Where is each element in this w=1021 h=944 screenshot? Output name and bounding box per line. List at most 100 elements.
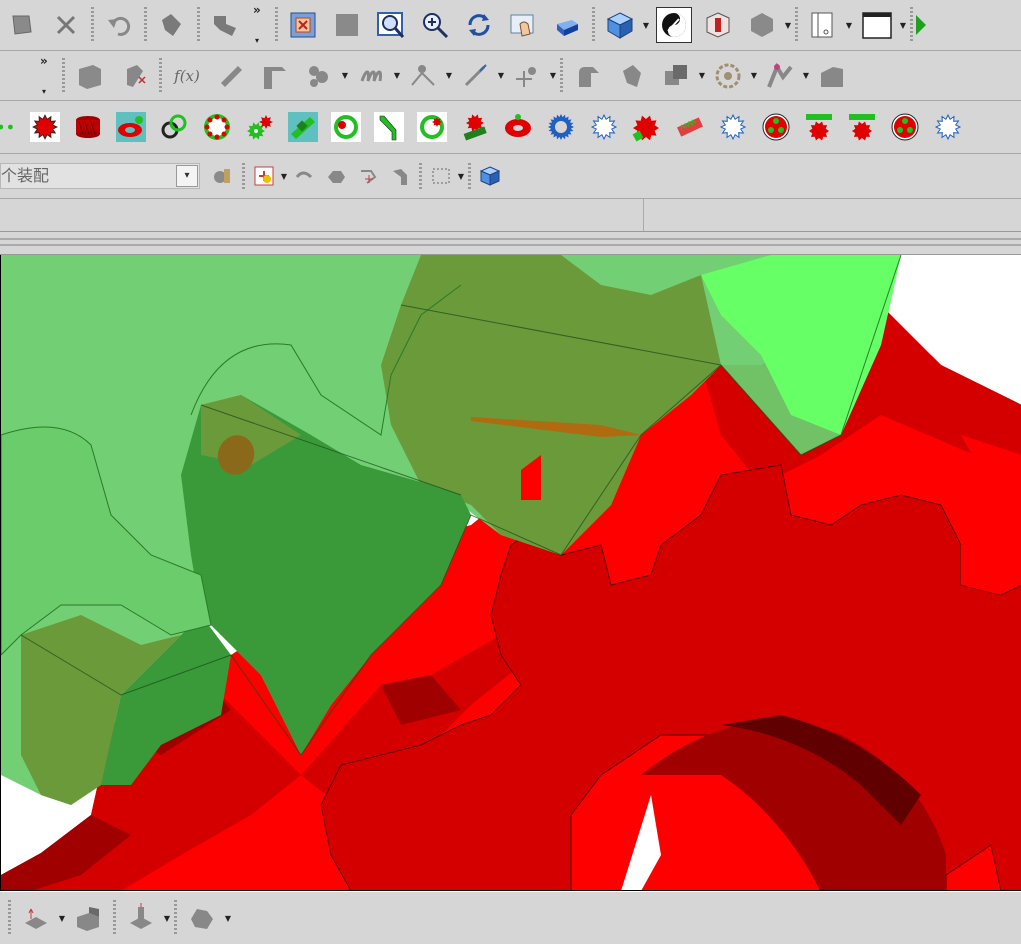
internal-gear-icon[interactable] (414, 109, 450, 145)
gear-teeth-icon[interactable] (27, 109, 63, 145)
zoom-icon[interactable] (417, 7, 453, 43)
section-view-icon[interactable] (805, 7, 841, 43)
add-component-icon[interactable] (251, 163, 277, 189)
new-window-dropdown[interactable]: ▼ (899, 7, 907, 43)
wireframe-dropdown[interactable]: ▼ (784, 7, 792, 43)
pattern-dropdown[interactable]: ▼ (341, 58, 349, 94)
fillet-dropdown[interactable]: ▼ (802, 58, 810, 94)
toolbar-row-4: 个装配 ▾ ▼ ▼ (0, 154, 1021, 198)
measure-icon[interactable] (457, 58, 493, 94)
align-icon[interactable] (355, 163, 381, 189)
render-style-icon[interactable] (656, 7, 692, 43)
toolbar-1-more[interactable]: » ▾ (253, 3, 267, 47)
blend-icon[interactable] (614, 58, 650, 94)
perspective-icon[interactable] (549, 7, 585, 43)
add-component-dropdown[interactable]: ▼ (280, 163, 288, 189)
worm-gear-icon[interactable] (457, 109, 493, 145)
part-icon[interactable] (4, 7, 40, 43)
shaft-icon[interactable] (285, 109, 321, 145)
coordinate-system-icon[interactable] (116, 58, 152, 94)
zoom-window-icon[interactable] (373, 7, 409, 43)
revolve-icon[interactable] (123, 900, 159, 936)
unite-icon[interactable] (658, 58, 694, 94)
assembly-constraint-icon[interactable] (210, 163, 236, 189)
hole-icon[interactable] (710, 58, 746, 94)
planetary-gear-2-icon[interactable] (887, 109, 923, 145)
spur-gear-icon[interactable] (629, 109, 665, 145)
toolbar-separator (113, 900, 116, 936)
pattern-icon[interactable] (301, 58, 337, 94)
extrude-icon[interactable] (70, 900, 106, 936)
measure-dropdown[interactable]: ▼ (497, 58, 505, 94)
move-face-icon[interactable] (154, 7, 190, 43)
bevel-gear-icon[interactable] (113, 109, 149, 145)
combo-dropdown-icon[interactable]: ▾ (176, 165, 198, 187)
status-bar-divider (643, 199, 644, 231)
graphics-viewport[interactable] (0, 255, 1021, 891)
hole-dropdown[interactable]: ▼ (750, 58, 758, 94)
toolbar-separator (197, 7, 200, 43)
play-icon[interactable] (916, 15, 926, 35)
gear-rack-pair-icon[interactable] (801, 109, 837, 145)
expression-icon[interactable]: f(x) (169, 58, 205, 94)
view-cube-icon[interactable] (477, 163, 503, 189)
isometric-dropdown[interactable]: ▼ (642, 7, 650, 43)
offset-face-icon[interactable] (207, 7, 243, 43)
assembly-combo[interactable]: 个装配 ▾ (0, 163, 200, 189)
rotate-icon[interactable] (461, 7, 497, 43)
datum-plane-icon[interactable] (18, 900, 54, 936)
planetary-gear-icon[interactable] (758, 109, 794, 145)
mate-icon[interactable] (323, 163, 349, 189)
annulus-gear-icon[interactable] (543, 109, 579, 145)
solid-box-icon[interactable] (72, 58, 108, 94)
fit-view-icon[interactable] (285, 7, 321, 43)
curve-point-dropdown[interactable]: ▼ (445, 58, 453, 94)
helical-gear-icon[interactable] (70, 109, 106, 145)
dot-pattern-icon[interactable] (0, 109, 20, 145)
datum-point-dropdown[interactable]: ▼ (549, 58, 557, 94)
curve-point-icon[interactable] (405, 58, 441, 94)
isometric-view-icon[interactable] (602, 7, 638, 43)
box-select-icon[interactable] (428, 163, 454, 189)
rack-icon[interactable] (672, 109, 708, 145)
undo-icon[interactable] (101, 7, 137, 43)
spring-icon[interactable] (353, 58, 389, 94)
gear-assembly-render[interactable] (1, 255, 1021, 891)
gear-wire-icon[interactable] (715, 109, 751, 145)
revolve-dropdown[interactable]: ▼ (163, 900, 171, 936)
delete-icon[interactable] (48, 7, 84, 43)
torus-icon[interactable] (500, 109, 536, 145)
pan-icon[interactable] (505, 7, 541, 43)
bend-icon[interactable] (371, 109, 407, 145)
sweep-icon[interactable] (184, 900, 220, 936)
reposition-icon[interactable] (387, 163, 413, 189)
gear-rack-pair-2-icon[interactable] (844, 109, 880, 145)
trim-icon[interactable] (570, 58, 606, 94)
datum-point-icon[interactable] (509, 58, 545, 94)
spring-dropdown[interactable]: ▼ (393, 58, 401, 94)
new-window-icon[interactable] (859, 7, 895, 43)
profile-icon[interactable] (257, 58, 293, 94)
toolbar-2-more[interactable]: » ▾ (40, 54, 54, 98)
ring-gear-icon[interactable] (328, 109, 364, 145)
draft-icon[interactable] (814, 58, 850, 94)
sweep-dropdown[interactable]: ▼ (224, 900, 232, 936)
bearing-icon[interactable] (199, 109, 235, 145)
more-chevron-icon: » (253, 3, 261, 17)
fillet-icon[interactable] (762, 58, 798, 94)
unite-dropdown[interactable]: ▼ (698, 58, 706, 94)
line-icon[interactable] (213, 58, 249, 94)
toolbar-separator (174, 900, 177, 936)
wireframe-icon[interactable] (744, 7, 780, 43)
section-dropdown[interactable]: ▼ (845, 7, 853, 43)
chain-icon[interactable] (156, 109, 192, 145)
box-select-dropdown[interactable]: ▼ (457, 163, 465, 189)
gear-outline-icon[interactable] (586, 109, 622, 145)
sprocket-icon[interactable] (242, 109, 278, 145)
more-dropdown-icon: ▾ (42, 86, 47, 96)
shaded-icon[interactable] (329, 7, 365, 43)
move-component-icon[interactable] (291, 163, 317, 189)
datum-plane-dropdown[interactable]: ▼ (58, 900, 66, 936)
hidden-edge-icon[interactable] (700, 7, 736, 43)
gear-end-icon[interactable] (930, 109, 966, 145)
